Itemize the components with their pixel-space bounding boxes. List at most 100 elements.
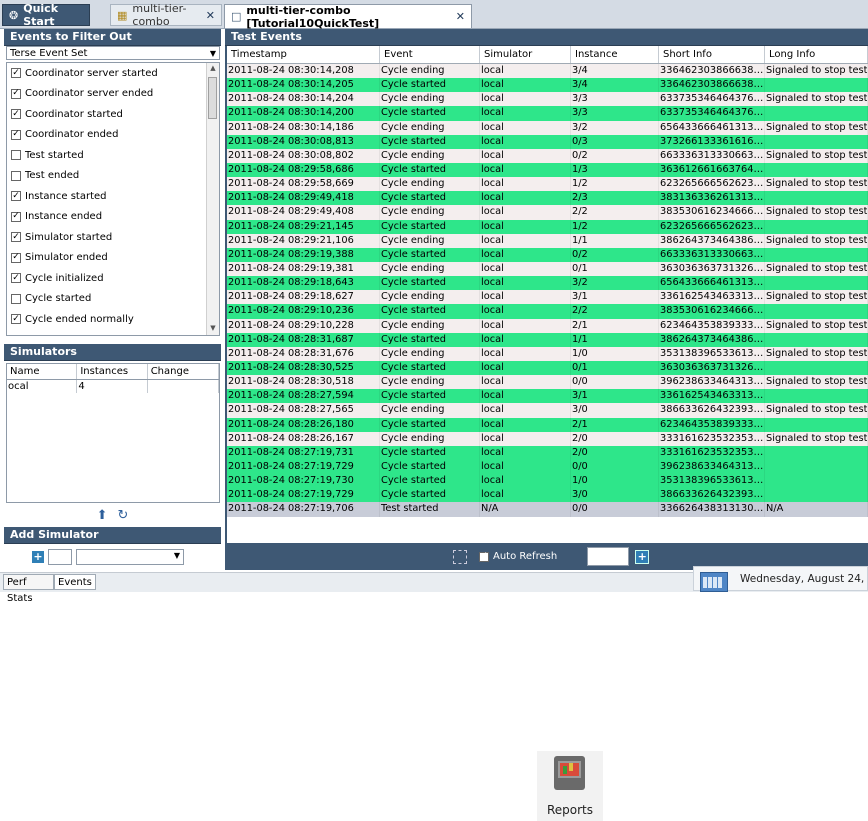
table-row[interactable]: 2011-08-24 08:29:18,643 Cycle started loca… — [227, 276, 868, 291]
table-row[interactable]: 2011-08-24 08:29:19,381 Cycle ending local… — [227, 261, 868, 277]
table-row[interactable]: 2011-08-24 08:29:10,236 Cycle started loca… — [227, 304, 868, 319]
column-instance[interactable]: Instance — [571, 46, 659, 63]
filter-checkbox[interactable]: ✓ — [11, 211, 21, 222]
refresh-icon[interactable]: ↻ — [118, 508, 129, 523]
filter-checkbox[interactable]: ✓ — [11, 129, 21, 140]
refresh-interval-input[interactable] — [587, 547, 630, 566]
short-info-cell: 633735346464376… — [659, 92, 765, 107]
table-row[interactable]: 2011-08-24 08:29:10,228 Cycle ending local… — [227, 318, 868, 333]
filter-checkbox[interactable]: ✓ — [11, 109, 21, 120]
column-simulator[interactable]: Simulator — [480, 46, 571, 63]
table-row[interactable]: 2011-08-24 08:30:14,205 Cycle started loca… — [227, 78, 868, 93]
table-row[interactable]: 2011-08-24 08:29:21,106 Cycle ending local… — [227, 233, 868, 248]
table-row[interactable]: 2011-08-24 08:28:30,525 Cycle started loca… — [227, 360, 868, 376]
simulator-cell: local — [480, 205, 571, 220]
tab-multi-tier-combo[interactable]: ▦ multi-tier-combo ✕ — [110, 2, 222, 28]
instance-cell: 3/2 — [571, 276, 659, 291]
filter-event-item[interactable]: ✓ Cycle initialized — [7, 268, 219, 289]
table-row[interactable]: 2011-08-24 08:28:31,687 Cycle started loca… — [227, 332, 868, 347]
table-row[interactable]: 2011-08-24 08:29:19,388 Cycle started loca… — [227, 247, 868, 262]
table-row[interactable]: 2011-08-24 08:29:49,408 Cycle ending local… — [227, 205, 868, 220]
scroll-up-icon[interactable]: ▲ — [207, 64, 219, 74]
column-name[interactable]: Name — [7, 364, 78, 379]
table-row[interactable]: 2011-08-24 08:29:49,418 Cycle started loca… — [227, 191, 868, 206]
table-row[interactable]: 2011-08-24 08:30:08,802 Cycle ending local… — [227, 148, 868, 163]
filter-event-item[interactable]: ✓ Coordinator started — [7, 104, 219, 125]
table-row[interactable]: 2011-08-24 08:27:19,730 Cycle started loca… — [227, 474, 868, 489]
table-row[interactable]: 2011-08-24 08:28:27,565 Cycle ending local… — [227, 403, 868, 418]
table-row[interactable]: 2011-08-24 08:27:19,729 Cycle started loca… — [227, 488, 868, 503]
table-row[interactable]: 2011-08-24 08:27:19,729 Cycle started loca… — [227, 459, 868, 475]
table-row[interactable]: 2011-08-24 08:30:14,186 Cycle ending local… — [227, 120, 868, 135]
filter-checkbox[interactable]: ✓ — [11, 232, 21, 243]
table-row[interactable]: 2011-08-24 08:29:21,145 Cycle started loca… — [227, 219, 868, 234]
filter-event-item[interactable]: ✓ Instance started — [7, 186, 219, 207]
filter-checkbox[interactable]: ✓ — [11, 273, 21, 284]
simulator-type-select[interactable]: ▼ — [76, 549, 184, 565]
long-info-cell — [765, 332, 868, 347]
tab-tutorial-test[interactable]: □ multi-tier-combo [Tutorial10QuickTest]… — [224, 4, 472, 30]
column-change[interactable]: Change — [148, 364, 220, 379]
filter-checkbox[interactable] — [11, 170, 21, 181]
add-simulator-button[interactable]: + — [32, 551, 44, 563]
tab-perf-stats[interactable]: Perf Stats — [3, 574, 54, 604]
filter-event-label: Cycle initialized — [25, 272, 104, 284]
table-row[interactable]: 2011-08-24 08:29:18,627 Cycle ending local… — [227, 290, 868, 305]
filter-checkbox[interactable]: ✓ — [11, 68, 21, 79]
instance-count-input[interactable] — [48, 549, 72, 565]
filter-event-item[interactable]: ✓ Coordinator ended — [7, 125, 219, 146]
filter-event-item[interactable]: Test ended — [7, 166, 219, 187]
filter-checkbox[interactable]: ✓ — [11, 88, 21, 99]
tab-quick-start[interactable]: ❂ Quick Start — [2, 2, 90, 28]
timestamp-cell: 2011-08-24 08:29:18,627 — [227, 290, 380, 305]
close-icon[interactable]: ✕ — [456, 10, 465, 23]
table-row[interactable]: 2011-08-24 08:28:31,676 Cycle ending local… — [227, 346, 868, 361]
filter-event-item[interactable]: ✓ Simulator ended — [7, 248, 219, 269]
add-button[interactable]: + — [635, 549, 650, 564]
table-row[interactable]: 2011-08-24 08:28:26,180 Cycle started loca… — [227, 417, 868, 432]
auto-refresh-checkbox[interactable]: ✓ — [479, 551, 489, 562]
short-info-cell: 336626438313130… — [659, 502, 765, 517]
filter-checkbox[interactable]: ✓ — [11, 191, 21, 202]
filter-event-item[interactable]: ✓ Simulator started — [7, 227, 219, 248]
sim-change-cell[interactable] — [148, 380, 220, 393]
table-row[interactable]: 2011-08-24 08:30:14,204 Cycle ending local… — [227, 92, 868, 107]
upload-icon[interactable]: ⬆ — [97, 508, 108, 523]
filter-checkbox[interactable] — [11, 150, 21, 161]
table-row[interactable]: 2011-08-24 08:28:30,518 Cycle ending local… — [227, 375, 868, 390]
table-row[interactable]: 2011-08-24 08:28:26,167 Cycle ending local… — [227, 431, 868, 446]
scroll-thumb[interactable] — [208, 77, 217, 119]
table-row[interactable]: 2011-08-24 08:28:27,594 Cycle started loca… — [227, 389, 868, 404]
table-row[interactable]: 2011-08-24 08:29:58,669 Cycle ending local… — [227, 177, 868, 192]
add-simulator-title: Add Simulator — [4, 527, 221, 544]
filter-event-item[interactable]: ✓ Coordinator server started — [7, 63, 219, 84]
column-short-info[interactable]: Short Info — [659, 46, 765, 63]
filter-event-item[interactable]: ✓ Coordinator server ended — [7, 84, 219, 105]
table-row[interactable]: 2011-08-24 08:27:19,706 Test started N/A 0/… — [227, 502, 868, 517]
instance-cell: 0/0 — [571, 375, 659, 390]
filter-event-item[interactable]: ✓ Cycle ended normally — [7, 309, 219, 330]
event-list-scrollbar[interactable]: ▲ ▼ — [206, 63, 219, 335]
filter-event-item[interactable]: Test started — [7, 145, 219, 166]
tab-events[interactable]: Events — [54, 574, 96, 590]
event-set-select[interactable]: Terse Event Set ▼ — [6, 46, 220, 60]
table-row[interactable]: 2011-08-24 08:30:14,208 Cycle ending local… — [227, 64, 868, 79]
table-row[interactable]: ocal 4 — [7, 380, 220, 393]
scroll-down-icon[interactable]: ▼ — [207, 324, 219, 334]
table-row[interactable]: 2011-08-24 08:29:58,686 Cycle started loca… — [227, 162, 868, 178]
filter-checkbox[interactable]: ✓ — [11, 314, 21, 325]
table-row[interactable]: 2011-08-24 08:30:14,200 Cycle started loca… — [227, 106, 868, 121]
filter-event-item[interactable]: ✓ Instance ended — [7, 207, 219, 228]
filter-checkbox[interactable] — [11, 293, 21, 304]
column-timestamp[interactable]: Timestamp — [227, 46, 380, 63]
table-row[interactable]: 2011-08-24 08:30:08,813 Cycle started loca… — [227, 134, 868, 149]
column-long-info[interactable]: Long Info — [765, 46, 868, 63]
table-row[interactable]: 2011-08-24 08:27:19,731 Cycle started loca… — [227, 445, 868, 460]
column-instances[interactable]: Instances — [77, 364, 148, 379]
select-icon[interactable] — [453, 549, 467, 564]
column-event[interactable]: Event — [380, 46, 480, 63]
filter-checkbox[interactable]: ✓ — [11, 252, 21, 263]
close-icon[interactable]: ✕ — [206, 9, 215, 22]
filter-event-item[interactable]: Cycle started — [7, 289, 219, 310]
reports-button[interactable]: Reports — [537, 751, 603, 821]
